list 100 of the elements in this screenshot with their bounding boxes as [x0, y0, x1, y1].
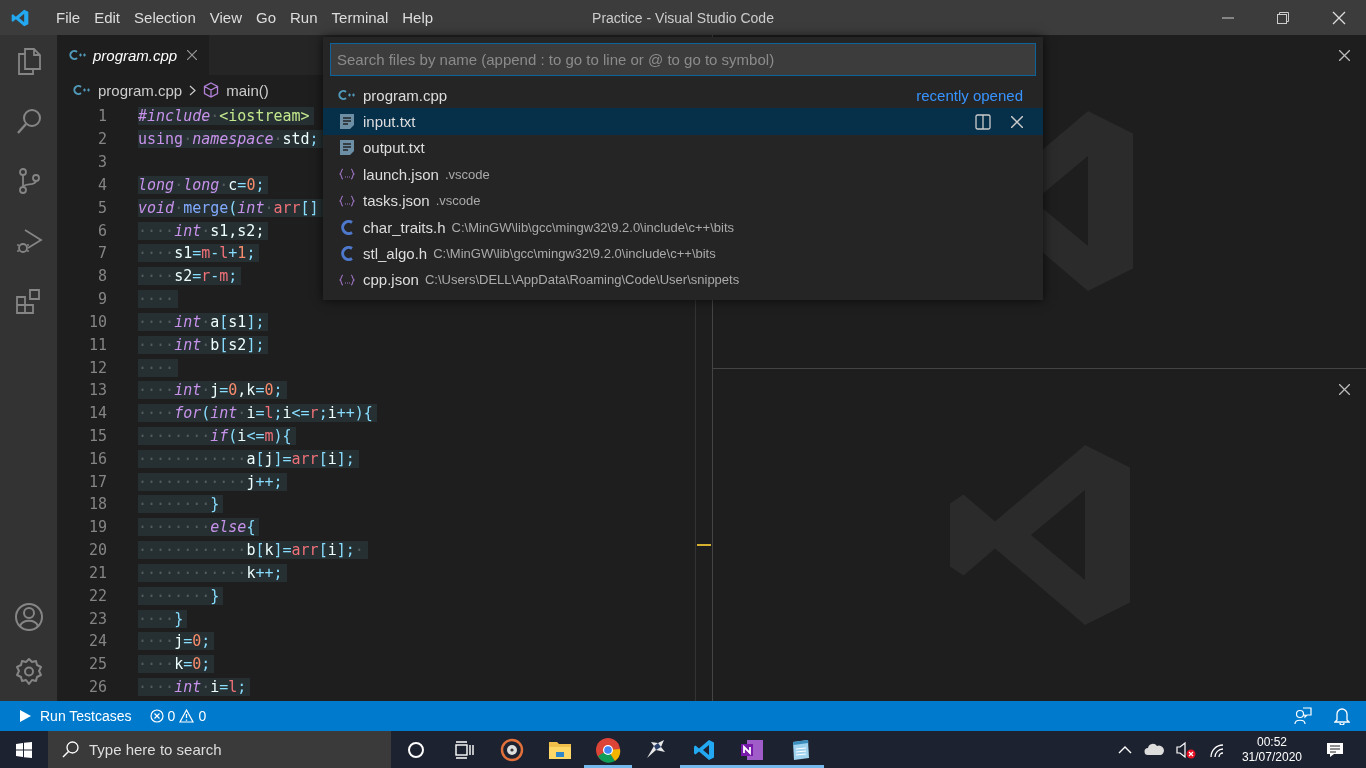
line-number: 14: [87, 404, 107, 423]
line-number: 22: [87, 586, 107, 605]
notifications-icon[interactable]: [1326, 741, 1344, 758]
clock-time[interactable]: 00:52: [1256, 734, 1287, 750]
notification-bell-icon[interactable]: [1334, 707, 1350, 725]
line-number: 4: [96, 175, 107, 194]
wifi-icon[interactable]: [1207, 741, 1226, 758]
menu-item[interactable]: Edit: [87, 9, 128, 26]
file-path: C:\MinGW\lib\gcc\mingw32\9.2.0\include\c++\bits: [433, 246, 716, 262]
file-path: C:\Users\DELL\AppData\Roaming\Code\User\snippets: [424, 272, 740, 288]
chevron-up-icon[interactable]: [1117, 745, 1132, 754]
recently-opened-label: recently opened: [916, 86, 1023, 104]
line-number: 24: [87, 632, 107, 651]
file-list-item[interactable]: program.cpp recently opened: [323, 82, 1043, 109]
file-list-item[interactable]: stl_algo.h C:\MinGW\lib\gcc\mingw32\9.2.0\include\c++\bits: [323, 240, 1043, 267]
file-name: launch.json: [363, 165, 439, 183]
line-number: 7: [96, 244, 107, 263]
file-list-item[interactable]: input.txt: [323, 108, 1043, 135]
settings-icon[interactable]: [13, 657, 44, 687]
c-file-icon: [341, 219, 353, 235]
json-file-icon: [339, 273, 355, 286]
line-number: 9: [96, 290, 107, 309]
cloud-icon[interactable]: [1143, 743, 1164, 756]
file-name: stl_algo.h: [363, 245, 428, 263]
c-file-icon: [341, 246, 353, 262]
cpp-file-icon: [338, 90, 356, 101]
file-path: .vscode: [444, 166, 490, 182]
cube-icon: [203, 82, 220, 98]
menu-item[interactable]: Go: [249, 9, 283, 26]
clock-date[interactable]: 31/07/2020: [1241, 749, 1302, 765]
search-field[interactable]: Search files by name (append : to go to line or @ to go to symbol): [330, 43, 1036, 76]
text-file-icon: [340, 140, 354, 156]
breadcrumb-item[interactable]: program.cpp: [98, 81, 183, 99]
muted-speaker-icon[interactable]: [1175, 740, 1196, 759]
file-list-item[interactable]: launch.json .vscode: [323, 161, 1043, 188]
line-number: 5: [96, 198, 107, 217]
browser-icon: [595, 736, 621, 763]
line-number: 8: [96, 267, 107, 286]
line-number: 6: [96, 221, 107, 240]
window-title: Practice - Visual Studio Code: [592, 9, 774, 26]
line-number: 25: [87, 655, 107, 674]
line-number: 21: [87, 563, 107, 582]
code-editor-icon: [692, 737, 716, 762]
json-file-icon: [339, 168, 355, 181]
close-icon[interactable]: [1339, 383, 1350, 395]
error-count[interactable]: 0: [167, 708, 176, 724]
cpp-file-icon: [73, 85, 91, 95]
file-name: output.txt: [363, 139, 425, 157]
close-icon[interactable]: [1011, 115, 1023, 128]
search-icon: [62, 741, 79, 758]
line-number: 16: [87, 449, 107, 468]
line-number: 18: [87, 495, 107, 514]
line-number: 20: [87, 541, 107, 560]
editor-tab[interactable]: program.cpp: [57, 35, 210, 75]
run-debug-icon[interactable]: [14, 227, 43, 255]
chevron-icon: [189, 84, 197, 96]
menu-item[interactable]: Terminal: [324, 9, 396, 26]
split-editor-icon[interactable]: [975, 113, 991, 130]
account-icon[interactable]: [13, 602, 44, 632]
file-name: char_traits.h: [363, 218, 446, 236]
menu-item[interactable]: Run: [283, 9, 325, 26]
file-name: cpp.json: [363, 271, 419, 289]
line-number: 3: [96, 153, 107, 172]
overview-ruler-mark: [697, 544, 711, 546]
file-name: tasks.json: [363, 192, 430, 210]
windows-logo-icon: [16, 741, 32, 758]
line-number: 17: [87, 472, 107, 491]
taskbar-search-field[interactable]: Type here to search: [48, 731, 391, 768]
error-icon: [149, 709, 164, 723]
line-number: 12: [87, 358, 107, 377]
search-icon[interactable]: [14, 107, 43, 135]
text-file-icon: [340, 114, 354, 130]
feedback-icon[interactable]: [1294, 707, 1312, 725]
file-name: program.cpp: [363, 86, 448, 104]
ring-icon: [407, 740, 425, 759]
restore-icon[interactable]: [1277, 11, 1289, 24]
line-number: 26: [87, 678, 107, 697]
file-list-item[interactable]: tasks.json .vscode: [323, 187, 1043, 214]
file-path: .vscode: [435, 193, 481, 209]
line-number: 23: [87, 609, 107, 628]
menu-item[interactable]: File: [49, 9, 88, 26]
breadcrumb-item[interactable]: main(): [226, 81, 269, 99]
task-view-icon: [454, 740, 474, 759]
file-list-item[interactable]: cpp.json C:\Users\DELL\AppData\Roaming\Code\User\snippets: [323, 266, 1043, 294]
app-logo-icon: [10, 7, 30, 28]
warning-count[interactable]: 0: [198, 708, 207, 724]
line-number: 1: [96, 107, 107, 126]
menu-item[interactable]: Help: [395, 9, 441, 26]
close-icon[interactable]: [187, 50, 198, 60]
run-testcases-button[interactable]: Run Testcases: [20, 708, 132, 724]
menu-item[interactable]: View: [202, 9, 249, 26]
music-disc-icon: [500, 737, 524, 762]
close-icon[interactable]: [1339, 50, 1350, 61]
line-number: 2: [96, 130, 107, 149]
extensions-icon[interactable]: [14, 287, 43, 315]
line-number: 11: [87, 335, 107, 354]
file-list-item[interactable]: output.txt: [323, 134, 1043, 162]
menu-item[interactable]: Selection: [127, 9, 203, 26]
line-number: 10: [87, 312, 107, 331]
file-list-item[interactable]: char_traits.h C:\MinGW\lib\gcc\mingw32\9.2.0\include\c++\bits: [323, 213, 1043, 241]
